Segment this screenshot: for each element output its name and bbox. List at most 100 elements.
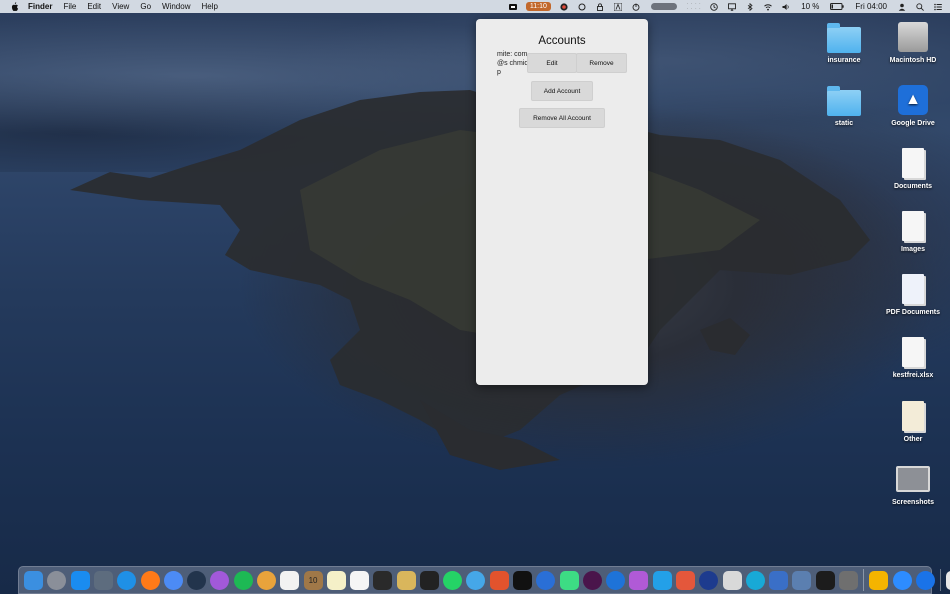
dock-app-icon[interactable] <box>419 570 439 590</box>
dock-app-icon[interactable] <box>629 570 649 590</box>
desktop-item-other[interactable]: Other <box>878 399 948 443</box>
menu-view[interactable]: View <box>112 0 129 13</box>
stats-icon[interactable]: · · · · · · · · <box>687 1 701 12</box>
dock-app-icon[interactable] <box>70 570 90 590</box>
certificate-file-icon <box>896 399 930 433</box>
desktop-item-kestfrei-xlsx[interactable]: kestfrei.xlsx <box>878 335 948 379</box>
dock-app-icon[interactable] <box>93 570 113 590</box>
dock-app-icon[interactable] <box>699 570 719 590</box>
desktop-item-label: Screenshots <box>891 499 935 506</box>
dock-app-icon[interactable] <box>869 570 889 590</box>
desktop-item-screenshots[interactable]: Screenshots <box>878 462 948 506</box>
dock-app-icon[interactable] <box>815 570 835 590</box>
dock-app-icon[interactable] <box>915 570 935 590</box>
power-icon[interactable] <box>632 3 640 11</box>
timer-status-badge[interactable]: 11:10 <box>525 2 551 11</box>
desktop-item-label: Macintosh HD <box>889 57 937 64</box>
dock-app-icon[interactable] <box>117 570 137 590</box>
toggle-pill-icon[interactable] <box>650 3 677 10</box>
dock-app-icon[interactable] <box>838 570 858 590</box>
desktop-item-label: insurance <box>827 57 861 64</box>
desktop-item-documents[interactable]: Documents <box>878 146 948 190</box>
apple-menu-icon[interactable] <box>10 1 20 12</box>
dock-app-icon[interactable] <box>47 570 67 590</box>
menu-go[interactable]: Go <box>140 0 151 13</box>
dock-app-icon[interactable] <box>559 570 579 590</box>
dock-app-icon[interactable] <box>280 570 300 590</box>
menu-window[interactable]: Window <box>162 0 190 13</box>
desktop-item-macintosh-hd[interactable]: Macintosh HD <box>878 20 948 64</box>
desktop-item-images[interactable]: Images <box>878 209 948 253</box>
dock-app-icon[interactable] <box>210 570 230 590</box>
dock-app-icon[interactable] <box>676 570 696 590</box>
dock-separator <box>939 569 941 591</box>
wifi-icon[interactable] <box>764 3 773 11</box>
desktop-item-pdf-documents[interactable]: PDF Documents <box>878 272 948 316</box>
user-icon[interactable] <box>898 3 906 11</box>
desktop-item-google-drive[interactable]: ▲ Google Drive <box>878 83 948 127</box>
dock-app-icon[interactable] <box>443 570 463 590</box>
dock-app-icon[interactable] <box>606 570 626 590</box>
notification-center-icon[interactable] <box>934 3 942 11</box>
dock-app-icon[interactable] <box>24 570 44 590</box>
menu-clock[interactable]: Fri 04:00 <box>855 2 887 11</box>
account-name: mite: com@s chmidp <box>497 51 529 76</box>
font-icon[interactable] <box>613 2 622 11</box>
pdf-stack-icon <box>896 272 930 306</box>
desktop-item-label: Images <box>900 246 926 253</box>
menu-app-name[interactable]: Finder <box>28 0 52 13</box>
record-icon[interactable] <box>560 2 568 11</box>
menu-edit[interactable]: Edit <box>87 0 101 13</box>
sync-icon[interactable] <box>578 3 586 11</box>
menu-bar: Finder File Edit View Go Window Help 11:… <box>0 0 950 13</box>
dock: 10 <box>18 566 950 594</box>
hard-drive-icon <box>896 20 930 54</box>
dock-app-icon[interactable] <box>745 570 765 590</box>
edit-account-button[interactable]: Edit <box>527 53 577 73</box>
dock-app-icon[interactable] <box>513 570 533 590</box>
dock-app-icon[interactable] <box>792 570 812 590</box>
desktop-item-insurance[interactable]: insurance <box>809 20 879 64</box>
dock-app-icon[interactable] <box>187 570 207 590</box>
dock-app-icon[interactable] <box>233 570 253 590</box>
remove-all-accounts-button[interactable]: Remove All Account <box>519 108 605 128</box>
airplay-icon[interactable] <box>728 2 737 11</box>
dock-app-icon[interactable] <box>892 570 912 590</box>
remove-account-button[interactable]: Remove <box>576 53 627 73</box>
menu-file[interactable]: File <box>63 0 76 13</box>
dock-app-icon[interactable] <box>256 570 276 590</box>
panel-title: Accounts <box>538 35 586 47</box>
dock-app-icon[interactable] <box>326 570 346 590</box>
desktop-item-label: Google Drive <box>891 120 935 127</box>
dock-app-icon[interactable] <box>536 570 556 590</box>
dock-app-icon[interactable] <box>489 570 509 590</box>
dock-app-icon[interactable] <box>466 570 486 590</box>
dock-app-icon[interactable] <box>722 570 742 590</box>
dock-separator <box>863 569 865 591</box>
dock-app-icon[interactable] <box>769 570 789 590</box>
accounts-popover: Accounts mite: com@s chmidp Edit Remove … <box>476 19 648 385</box>
battery-percent[interactable]: 10 % <box>801 2 819 11</box>
bluetooth-icon[interactable] <box>746 2 754 11</box>
battery-icon[interactable] <box>830 3 845 11</box>
wallpaper-island <box>70 90 870 470</box>
dock-app-icon[interactable] <box>582 570 602 590</box>
dock-app-icon[interactable] <box>652 570 672 590</box>
menu-help[interactable]: Help <box>201 0 217 13</box>
add-account-button[interactable]: Add Account <box>531 81 593 101</box>
dock-app-icon[interactable] <box>946 570 950 590</box>
desktop-item-label: kestfrei.xlsx <box>892 372 934 379</box>
desktop-item-static[interactable]: static <box>809 83 879 127</box>
dock-app-icon[interactable] <box>373 570 393 590</box>
dock-app-icon[interactable] <box>350 570 370 590</box>
calendar-icon[interactable]: 10 <box>303 570 323 590</box>
search-icon[interactable] <box>916 2 924 11</box>
lock-icon[interactable] <box>596 2 604 11</box>
time-machine-icon[interactable] <box>710 2 718 11</box>
dock-app-icon[interactable] <box>163 570 183 590</box>
dock-app-icon[interactable] <box>396 570 416 590</box>
desktop-item-label: Other <box>903 436 923 443</box>
dock-app-icon[interactable] <box>140 570 160 590</box>
accounts-status-icon[interactable] <box>508 3 517 11</box>
volume-icon[interactable] <box>782 3 790 11</box>
